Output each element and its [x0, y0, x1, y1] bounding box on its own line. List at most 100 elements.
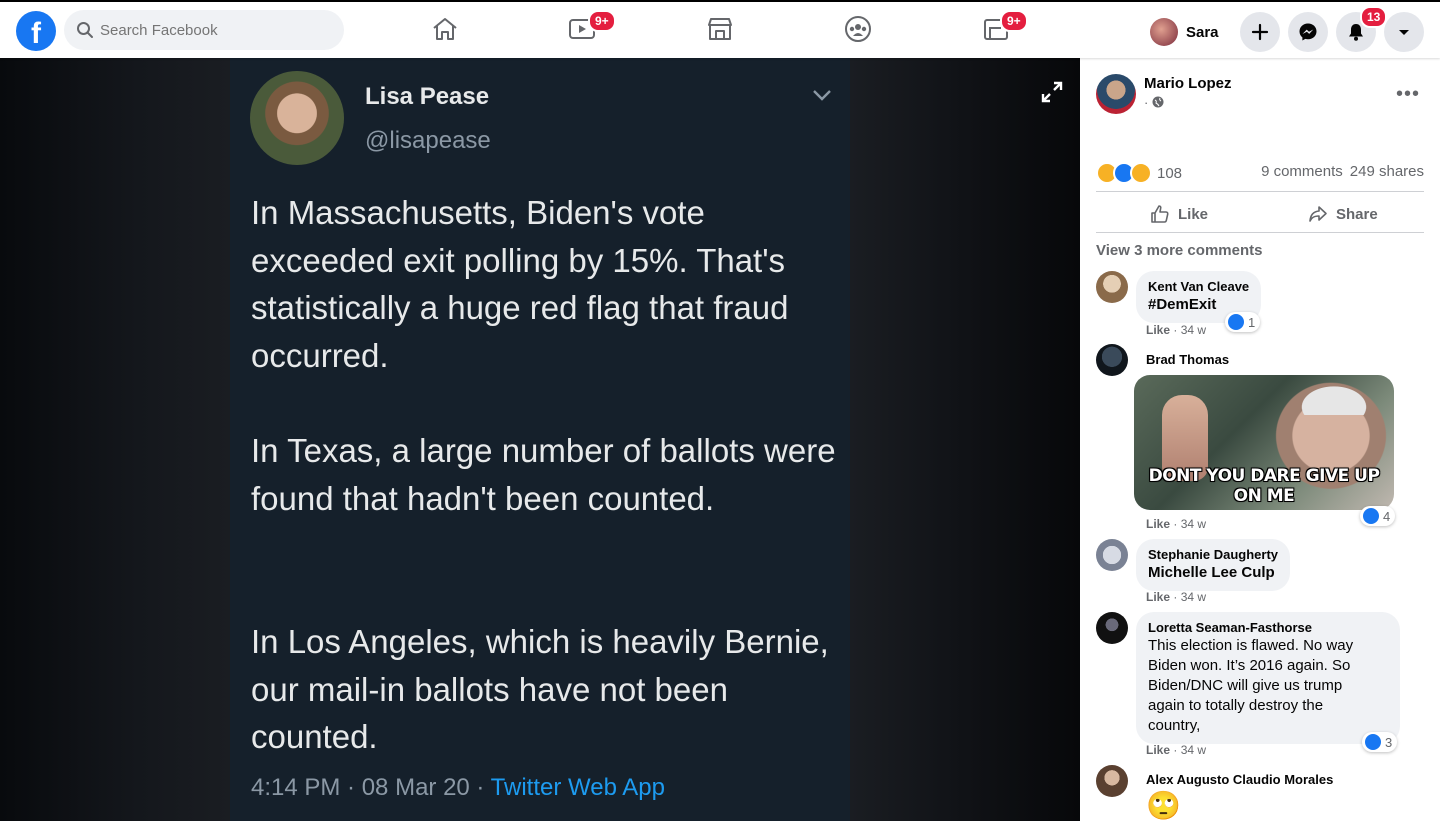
comment-text-line: Biden won. It’s 2016 again. So — [1148, 657, 1351, 674]
like-reaction-icon — [1365, 734, 1381, 750]
chevron-down-icon — [1399, 30, 1409, 35]
post-sub-separator: · — [1144, 95, 1152, 110]
comment-mention[interactable]: Michelle Lee Culp — [1148, 563, 1278, 583]
comment-text-line: country, — [1148, 717, 1201, 734]
divider — [1096, 232, 1424, 233]
share-icon — [1309, 206, 1327, 222]
globe-icon — [1152, 96, 1164, 108]
tweet-screenshot-image: Lisa Pease @lisapease In Massachusetts, … — [230, 58, 850, 821]
more-options-icon[interactable]: ••• — [1396, 83, 1420, 106]
comment-reaction-count: 4 — [1383, 508, 1391, 524]
like-reaction-icon — [1363, 508, 1379, 524]
post-author-name[interactable]: Mario Lopez — [1144, 75, 1232, 92]
search-box[interactable] — [64, 10, 344, 50]
tweet-paragraph: In Texas, a large number of ballots were… — [251, 432, 836, 517]
comment-author[interactable]: Alex Augusto Claudio Morales — [1146, 772, 1333, 788]
like-reaction-icon — [1228, 314, 1244, 330]
tweet-paragraph: In Massachusetts, Biden's vote exceeded … — [251, 194, 789, 374]
eye-roll-emoji-icon: 🙄 — [1146, 790, 1181, 821]
comment-like-link[interactable]: Like — [1146, 590, 1170, 604]
groups-icon[interactable] — [843, 14, 873, 44]
avatar[interactable] — [1096, 74, 1136, 114]
comment-reactions[interactable]: 4 — [1360, 506, 1396, 526]
comment-time[interactable]: 34 w — [1181, 590, 1206, 604]
comment-like-link[interactable]: Like — [1146, 323, 1170, 337]
pages-badge: 9+ — [1000, 10, 1028, 32]
wow-reaction-icon — [1130, 162, 1152, 184]
comment-time[interactable]: 34 w — [1181, 517, 1206, 531]
divider — [1096, 191, 1424, 192]
plus-icon — [1251, 23, 1269, 41]
tweet-author-avatar — [250, 71, 344, 165]
comment-author[interactable]: Stephanie Daugherty — [1148, 547, 1278, 563]
like-button[interactable]: Like — [1150, 204, 1208, 224]
comment-author[interactable]: Brad Thomas — [1146, 352, 1229, 368]
view-more-comments-link[interactable]: View 3 more comments — [1096, 242, 1262, 259]
avatar[interactable] — [1096, 271, 1128, 303]
shares-count[interactable]: 249 shares — [1350, 163, 1424, 180]
tweet-chevron-down-icon — [813, 90, 831, 101]
comment-meme-image[interactable]: DONT YOU DARE GIVE UP ON ME — [1134, 375, 1394, 510]
comment-meta: Like · 34 w — [1146, 323, 1207, 337]
avatar[interactable] — [1096, 765, 1128, 797]
post-side-panel: Mario Lopez · ••• 108 9 comments 249 shar… — [1080, 58, 1440, 821]
search-icon — [77, 22, 93, 38]
search-input[interactable] — [100, 10, 330, 50]
blurred-backdrop-right — [850, 58, 1080, 821]
post-privacy: · — [1144, 95, 1164, 110]
meme-caption: DONT YOU DARE GIVE UP ON ME — [1148, 466, 1380, 506]
thumbs-up-icon — [1151, 205, 1169, 223]
comment-text-line: again to totally destroy the — [1148, 697, 1324, 714]
avatar[interactable] — [1096, 344, 1128, 376]
comment-reactions[interactable]: 1 — [1225, 312, 1261, 332]
comment-bubble: Stephanie Daugherty Michelle Lee Culp — [1136, 539, 1291, 591]
messenger-icon — [1299, 23, 1317, 41]
comment-author[interactable]: Kent Van Cleave — [1148, 279, 1249, 295]
messenger-button[interactable] — [1288, 12, 1328, 52]
watch-badge: 9+ — [588, 10, 616, 32]
like-label: Like — [1178, 205, 1209, 223]
reaction-summary[interactable]: 108 — [1096, 162, 1182, 184]
comment-reaction-count: 3 — [1385, 734, 1393, 750]
user-name: Sara — [1186, 23, 1219, 41]
top-navigation-bar: f 9+ 9+ Sara 13 — [0, 0, 1440, 58]
profile-shortcut[interactable]: Sara — [1150, 14, 1219, 50]
create-button[interactable] — [1240, 12, 1280, 52]
share-label: Share — [1336, 205, 1378, 223]
comment-text-line: Biden/DNC will give us trump — [1148, 677, 1343, 694]
comment-time[interactable]: 34 w — [1181, 323, 1206, 337]
tweet-author-name: Lisa Pease — [365, 83, 490, 110]
facebook-logo-icon[interactable]: f — [16, 11, 56, 51]
photo-viewer: Lisa Pease @lisapease In Massachusetts, … — [0, 58, 1080, 821]
comment-author[interactable]: Loretta Seaman-Fasthorse — [1148, 620, 1388, 636]
account-menu-button[interactable] — [1384, 12, 1424, 52]
tweet-author-handle: @lisapease — [365, 127, 491, 154]
fullscreen-expand-icon[interactable] — [1040, 80, 1064, 104]
comment-bubble: Loretta Seaman-Fasthorse This election i… — [1136, 612, 1400, 744]
avatar — [1150, 18, 1178, 46]
home-icon[interactable] — [430, 14, 460, 44]
comments-count[interactable]: 9 comments — [1261, 163, 1343, 180]
avatar[interactable] — [1096, 612, 1128, 644]
tweet-paragraph: In Los Angeles, which is heavily Bernie,… — [251, 623, 829, 755]
notifications-badge: 13 — [1360, 6, 1388, 28]
comment-time[interactable]: 34 w — [1181, 743, 1206, 757]
comment-like-link[interactable]: Like — [1146, 517, 1170, 531]
avatar[interactable] — [1096, 539, 1128, 571]
tweet-timestamp: 4:14 PM · 08 Mar 20 · — [251, 774, 491, 801]
share-button[interactable]: Share — [1308, 204, 1378, 224]
comment-meta: Like · 34 w — [1146, 517, 1207, 531]
tweet-source-app: Twitter Web App — [490, 774, 665, 801]
meme-hair — [1284, 375, 1384, 415]
marketplace-icon[interactable] — [705, 14, 735, 44]
comment-meta: Like · 34 w — [1146, 590, 1207, 604]
tweet-meta: 4:14 PM · 08 Mar 20 · Twitter Web App — [251, 774, 665, 802]
reaction-count: 108 — [1157, 164, 1183, 182]
comment-reaction-count: 1 — [1248, 314, 1256, 330]
comment-like-link[interactable]: Like — [1146, 743, 1170, 757]
comment-reactions[interactable]: 3 — [1362, 732, 1398, 752]
comment-text-line: This election is flawed. No way — [1148, 637, 1354, 654]
blurred-backdrop-left — [0, 58, 230, 821]
post-stats: 9 comments 249 shares — [1261, 163, 1424, 180]
comment-meta: Like · 34 w — [1146, 743, 1207, 757]
